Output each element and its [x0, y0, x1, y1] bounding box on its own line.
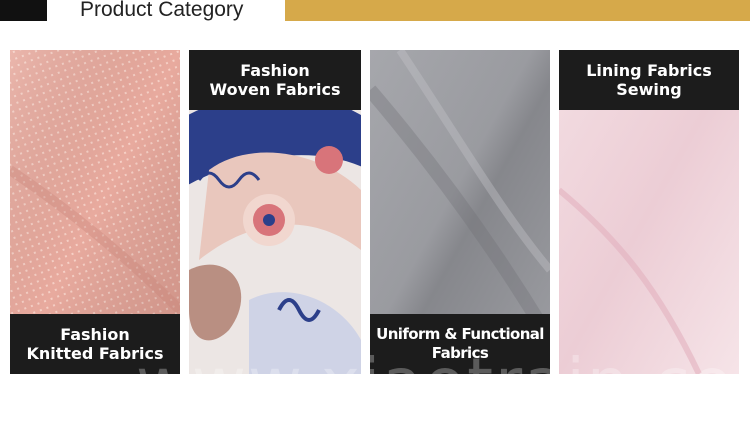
category-card-lining[interactable]: Lining Fabrics Sewing — [559, 50, 739, 374]
category-label-line1: Uniform & Functional — [376, 325, 544, 343]
category-label: Lining Fabrics Sewing — [559, 50, 739, 110]
header-black-bar — [0, 0, 47, 21]
category-label-line2: Fabrics — [431, 344, 489, 362]
category-label-line2: Sewing — [616, 80, 682, 99]
category-card-uniform[interactable]: Uniform & Functional Fabrics — [370, 50, 550, 374]
header-gold-bar — [285, 0, 750, 21]
category-label-line1: Lining Fabrics — [586, 61, 712, 80]
category-card-woven[interactable]: Fashion Woven Fabrics — [189, 50, 361, 374]
category-label: Uniform & Functional Fabrics — [370, 314, 550, 374]
category-label: Fashion Woven Fabrics — [189, 50, 361, 110]
category-label-line1: Fashion — [240, 61, 310, 80]
category-card-knitted[interactable]: Fashion Knitted Fabrics — [10, 50, 180, 374]
category-label: Fashion Knitted Fabrics — [10, 314, 180, 374]
section-title: Product Category — [80, 0, 244, 21]
category-label-line1: Fashion — [60, 325, 130, 344]
category-label-line2: Knitted Fabrics — [26, 344, 164, 363]
category-label-line2: Woven Fabrics — [209, 80, 341, 99]
